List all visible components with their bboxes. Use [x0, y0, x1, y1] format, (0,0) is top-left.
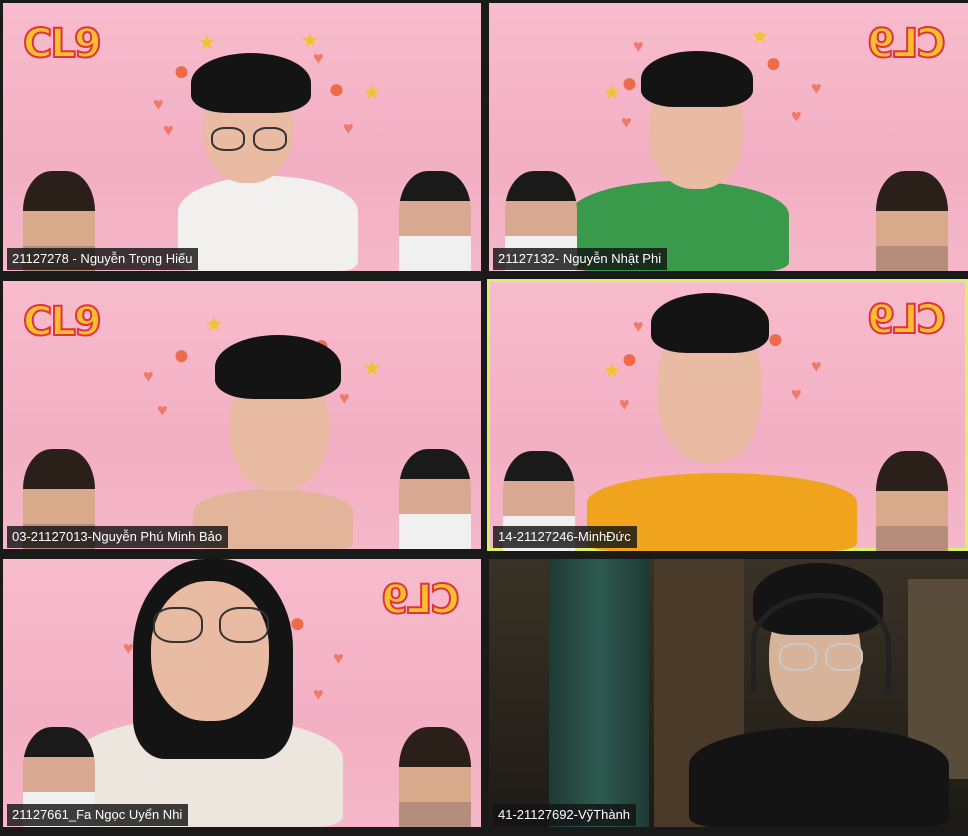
participant-name: 41-21127692-VỹThành	[493, 804, 637, 826]
participant-name: 14-21127246-MinhĐức	[493, 526, 637, 548]
curtain	[549, 559, 649, 827]
overlay-person-right	[876, 451, 948, 551]
glasses	[219, 607, 269, 643]
logo: CL9	[22, 298, 103, 346]
logo: CL9	[868, 296, 947, 344]
participant-hair	[641, 51, 753, 107]
logo: CL9	[382, 576, 461, 624]
overlay-person-right	[399, 727, 471, 827]
overlay-person-right	[399, 449, 471, 549]
participant-hair	[215, 335, 341, 399]
video-tile-5[interactable]: CL9 ♥ ● ♥ ♥ 21127661_Fa Ngọc Uyển Nhi	[3, 559, 481, 827]
participant-face	[151, 581, 269, 721]
logo: CL9	[22, 20, 103, 68]
participant-hair	[191, 53, 311, 113]
participant-name: 21127661_Fa Ngọc Uyển Nhi	[7, 804, 189, 826]
video-tile-3[interactable]: CL9 ●★ ♥♥ ●★ ♥ 03-21127013-Nguyễn Phú Mi…	[3, 281, 481, 549]
participant-name: 03-21127013-Nguyễn Phú Minh Bảo	[7, 526, 229, 548]
logo: CL9	[868, 20, 947, 68]
participant-name: 21127132- Nguyễn Nhật Phi	[493, 248, 668, 270]
glasses	[253, 127, 287, 151]
participant-name: 21127278 - Nguyễn Trọng Hiếu	[7, 248, 199, 270]
glasses	[211, 127, 245, 151]
overlay-person-right	[876, 171, 948, 271]
overlay-person-right	[399, 171, 471, 271]
video-tile-4[interactable]: CL9 ●★ ♥♥ ●★ ♥♥ 14-21127246-MinhĐức	[487, 279, 968, 551]
headset-icon	[751, 593, 891, 693]
glasses	[153, 607, 203, 643]
participant-hair	[651, 293, 769, 353]
participant-video	[689, 727, 949, 827]
video-tile-1[interactable]: CL9 ● ★ ♥ ♥ ● ★ ♥ ♥ ★ 21127278 - Nguyễn Trọn…	[3, 3, 481, 271]
video-tile-2[interactable]: CL9 ● ★ ♥ ♥ ● ★ ♥ ♥ 21127132- Nguyễn Nhật Ph…	[489, 3, 968, 271]
video-tile-6[interactable]: 41-21127692-VỹThành	[489, 559, 968, 827]
participant-video	[178, 176, 358, 271]
